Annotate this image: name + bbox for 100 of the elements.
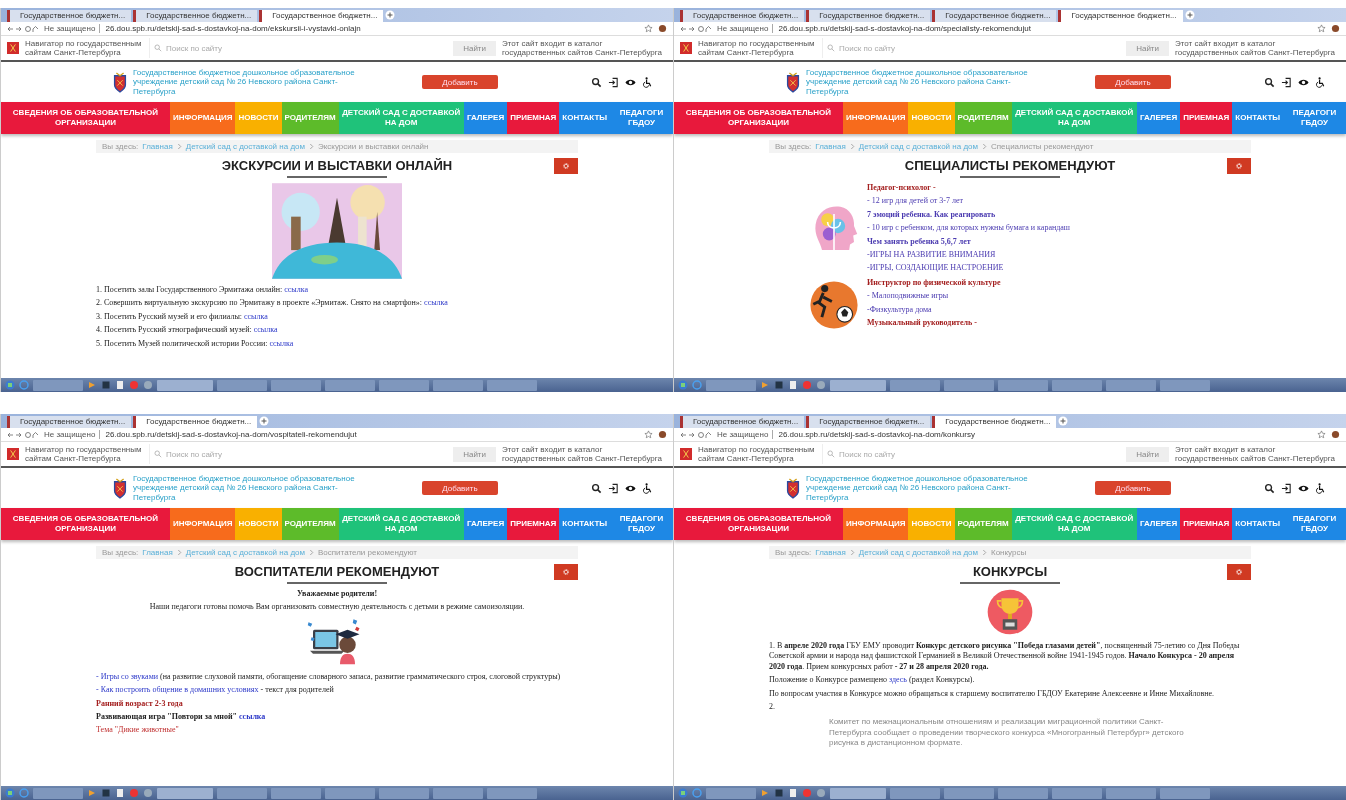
media-icon[interactable]	[87, 788, 97, 798]
organization-name[interactable]: Государственное бюджетное дошкольное образовательное учреждение детский сад № 26 Невского района Санкт-Петербурга	[806, 68, 1031, 96]
media-icon[interactable]	[760, 380, 770, 390]
menu-item[interactable]: ПРИЕМНАЯ	[507, 102, 560, 134]
taskbar-button[interactable]	[1106, 787, 1156, 799]
search-field[interactable]: Поиск по сайту	[822, 444, 1121, 464]
taskbar-button[interactable]	[1106, 379, 1156, 391]
star-icon[interactable]	[1317, 430, 1326, 439]
app-icon[interactable]	[129, 380, 139, 390]
taskbar-button[interactable]	[944, 379, 994, 391]
app-icon[interactable]	[774, 788, 784, 798]
taskbar-button[interactable]	[998, 787, 1048, 799]
address-field[interactable]: 26.dou.spb.ru/detskij-sad-s-dostavkoj-na-dom/ekskursii-i-vystavki-onlajn	[105, 24, 639, 33]
profile-icon[interactable]	[658, 24, 667, 33]
breadcrumb-item[interactable]: Детский сад с доставкой на дом	[185, 142, 305, 151]
menu-item[interactable]: РОДИТЕЛЯМ	[281, 102, 339, 134]
media-icon[interactable]	[87, 380, 97, 390]
browser-tab[interactable]: Государственное бюджетн...	[680, 416, 805, 428]
taskbar-button[interactable]	[998, 379, 1048, 391]
menu-item[interactable]: РОДИТЕЛЯМ	[954, 508, 1012, 540]
menu-item[interactable]: ПРИЕМНАЯ	[1180, 102, 1233, 134]
link[interactable]: - Как построить общение в домашних условиях	[96, 685, 259, 695]
taskbar-button[interactable]	[944, 787, 994, 799]
browser-tab[interactable]: Государственное бюджетн...	[806, 10, 931, 22]
taskbar-button[interactable]	[487, 379, 537, 391]
app-icon[interactable]	[101, 788, 111, 798]
taskbar-button[interactable]	[487, 787, 537, 799]
link[interactable]: - 10 игр с ребенком, для которых нужны бумага и карандаш	[867, 223, 1071, 234]
flag-icon[interactable]	[7, 42, 19, 54]
find-button[interactable]: Найти	[453, 40, 496, 56]
taskbar-button[interactable]	[1160, 379, 1210, 391]
browser-tab[interactable]: Государственное бюджетн...	[1058, 10, 1183, 22]
address-field[interactable]: 26.dou.spb.ru/detskij-sad-s-dostavkoj-na-dom/konkursy	[778, 430, 1312, 439]
menu-item[interactable]: РОДИТЕЛЯМ	[954, 102, 1012, 134]
login-icon[interactable]	[1281, 482, 1292, 494]
wheelchair-icon[interactable]	[1315, 76, 1326, 88]
login-icon[interactable]	[608, 76, 619, 88]
settings-button[interactable]	[1227, 564, 1251, 580]
search-icon[interactable]	[591, 76, 602, 88]
menu-item[interactable]: ГАЛЕРЕЯ	[1136, 508, 1181, 540]
menu-item[interactable]: РОДИТЕЛЯМ	[281, 508, 339, 540]
taskbar-button[interactable]	[217, 787, 267, 799]
breadcrumb-item[interactable]: Детский сад с доставкой на дом	[858, 548, 978, 557]
browser-tab[interactable]: Государственное бюджетн...	[806, 416, 931, 428]
taskbar-button[interactable]	[706, 379, 756, 391]
security-label[interactable]: Не защищено	[717, 430, 774, 439]
app-icon[interactable]	[802, 788, 812, 798]
navigation-arrows-icon[interactable]	[680, 430, 712, 439]
star-icon[interactable]	[1317, 24, 1326, 33]
menu-item[interactable]: ДЕТСКИЙ САД С ДОСТАВКОЙ НА ДОМ	[338, 508, 464, 540]
find-button[interactable]: Найти	[453, 446, 496, 462]
link[interactable]: ссылка	[253, 325, 278, 335]
taskbar-button[interactable]	[33, 787, 83, 799]
find-button[interactable]: Найти	[1126, 40, 1169, 56]
menu-item[interactable]: ПЕДАГОГИ ГБДОУ	[1283, 508, 1346, 540]
menu-item[interactable]: ПЕДАГОГИ ГБДОУ	[610, 102, 673, 134]
app-icon[interactable]	[802, 380, 812, 390]
taskbar-button[interactable]	[1052, 379, 1102, 391]
flag-icon[interactable]	[7, 448, 19, 460]
taskbar-button[interactable]	[325, 787, 375, 799]
link[interactable]: 7 эмоций ребенка. Как реагировать	[867, 209, 996, 221]
menu-item[interactable]: СВЕДЕНИЯ ОБ ОБРАЗОВАТЕЛЬНОЙ ОРГАНИЗАЦИИ	[674, 508, 843, 540]
taskbar-button[interactable]	[271, 787, 321, 799]
link[interactable]: здесь	[888, 675, 907, 685]
security-label[interactable]: Не защищено	[44, 430, 101, 439]
new-tab-icon[interactable]	[259, 416, 270, 426]
organization-name[interactable]: Государственное бюджетное дошкольное образовательное учреждение детский сад № 26 Невского района Санкт-Петербурга	[133, 68, 358, 96]
link[interactable]: - 12 игр для детей от 3-7 лет	[867, 196, 963, 207]
star-icon[interactable]	[644, 430, 653, 439]
add-button[interactable]: Добавить	[1095, 481, 1171, 495]
menu-item[interactable]: ДЕТСКИЙ САД С ДОСТАВКОЙ НА ДОМ	[338, 102, 464, 134]
browser-tab[interactable]: Государственное бюджетн...	[259, 10, 384, 22]
wheelchair-icon[interactable]	[1315, 482, 1326, 494]
browser-tab[interactable]: Государственное бюджетн...	[680, 10, 805, 22]
add-button[interactable]: Добавить	[1095, 75, 1171, 89]
browser-tab[interactable]: Государственное бюджетн...	[133, 10, 258, 22]
browser-icon[interactable]	[19, 788, 29, 798]
search-icon[interactable]	[591, 482, 602, 494]
menu-item[interactable]: ДЕТСКИЙ САД С ДОСТАВКОЙ НА ДОМ	[1011, 102, 1137, 134]
taskbar-button[interactable]	[890, 787, 940, 799]
link[interactable]: ссылка	[424, 298, 448, 308]
flag-icon[interactable]	[680, 42, 692, 54]
app-icon[interactable]	[774, 380, 784, 390]
start-icon[interactable]	[5, 788, 15, 798]
menu-item[interactable]: ИНФОРМАЦИЯ	[169, 508, 236, 540]
app-icon[interactable]	[101, 380, 111, 390]
menu-item[interactable]: СВЕДЕНИЯ ОБ ОБРАЗОВАТЕЛЬНОЙ ОРГАНИЗАЦИИ	[1, 102, 170, 134]
taskbar-button[interactable]	[33, 379, 83, 391]
menu-item[interactable]: КОНТАКТЫ	[559, 102, 611, 134]
menu-item[interactable]: ПЕДАГОГИ ГБДОУ	[610, 508, 673, 540]
browser-icon[interactable]	[692, 380, 702, 390]
organization-name[interactable]: Государственное бюджетное дошкольное образовательное учреждение детский сад № 26 Невского района Санкт-Петербурга	[133, 474, 358, 502]
menu-item[interactable]: ПРИЕМНАЯ	[507, 508, 560, 540]
star-icon[interactable]	[644, 24, 653, 33]
settings-button[interactable]	[1227, 158, 1251, 174]
menu-item[interactable]: СВЕДЕНИЯ ОБ ОБРАЗОВАТЕЛЬНОЙ ОРГАНИЗАЦИИ	[674, 102, 843, 134]
search-icon[interactable]	[1264, 482, 1275, 494]
menu-item[interactable]: КОНТАКТЫ	[559, 508, 611, 540]
taskbar-button[interactable]	[157, 787, 213, 799]
menu-item[interactable]: ИНФОРМАЦИЯ	[842, 102, 909, 134]
